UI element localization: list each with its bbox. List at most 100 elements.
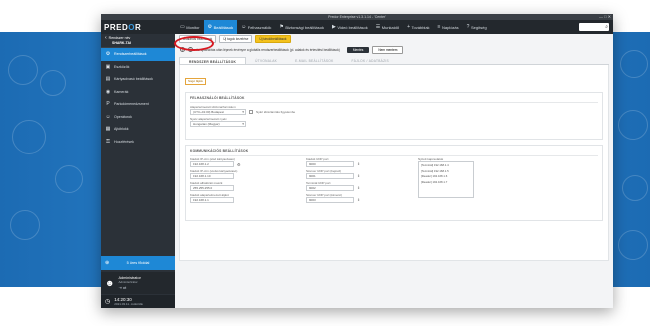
gateway-field[interactable]: 192.168.1.1 [190,197,234,203]
stepper-icon[interactable]: ⇕ [357,162,360,166]
nav-security[interactable]: ⚑ Biztonsági beállítások [275,20,328,34]
storage-settings-button[interactable]: Új tárolóbeállítások [255,35,291,43]
subnet-mask-field[interactable]: 255.255.255.0 [190,185,234,191]
decor-circle [12,120,46,154]
last-ip-field[interactable]: 192.168.1.10 [190,173,234,179]
edit-icon[interactable]: ⚙ [237,162,241,167]
card-reader-icon: ▤ [105,76,111,83]
sidebar-item-parking[interactable]: P Parkolómenedzsment [101,98,175,111]
new-members-button[interactable]: Új tagok kezelése [219,35,253,43]
user-panel[interactable]: ☻ Administrator Adminisztrátor ⇥ ⇄ [101,272,175,294]
camera-icon: ◉ [105,88,111,95]
port-column: Kiadott UDP port 9000 ⇕ Szerver UDP port … [306,157,360,203]
users-icon: ☺ [241,24,247,30]
operator-icon: ☺ [105,113,111,120]
gear-icon: ⚙ [207,24,213,30]
sidebar-item-operators[interactable]: ☺ Operátorok [101,111,175,124]
toolbar: Általános beállítások Új tagok kezelése … [175,35,613,43]
tab-files[interactable]: FÁJLOK / ADATBÁZIS [343,57,398,64]
top-nav: PREDOR ▭ Monitor ⚙ Beállítások ☺ Felhasznál… [101,20,613,34]
add-icon: ⊕ [105,260,110,266]
highlight-ring [174,36,214,51]
search-input[interactable]: ⌕ [579,23,609,31]
nav-worktime[interactable]: ☰ Munkaidő [372,20,403,34]
language-label: Nyelv alapértelmezett nyelv [190,116,227,121]
sidebar-item-system-settings[interactable]: ⚙ Rendszerbeállítások [101,48,175,61]
tasks-icon: ☰ [375,24,381,30]
logout-icon[interactable]: ⇥ ⇄ [118,285,140,290]
access-icon: ⚿ [106,138,110,145]
device-icon: ▣ [105,63,111,70]
tab-paths[interactable]: ÚTVONALAK [246,57,286,64]
nav-more[interactable]: + Továbbiak [403,20,433,34]
decor-circle [618,230,648,260]
nav-video[interactable]: ▶ Videó beállítások [328,20,372,34]
settings-panel: Súgó fájlok FELHASZNÁLÓI BEÁLLÍTÁSOK Ala… [179,65,609,261]
clock-icon: ◷ [105,299,111,305]
video-icon: ▶ [332,24,336,30]
chevron-down-icon: ▾ [242,121,244,126]
sidebar-item-access[interactable]: ⚿ Hozzférések [101,136,175,149]
nav-users[interactable]: ☺ Felhasználók [237,20,275,34]
decor-circle [622,175,648,201]
stepper-icon[interactable]: ⇕ [357,186,360,190]
section-title: FELHASZNÁLÓI BEÁLLÍTÁSOK [190,96,598,103]
sidebar-item-cameras[interactable]: ◉ Kamerák [101,86,175,99]
tab-email[interactable]: E-MAIL BEÁLLÍTÁSOK [286,57,342,64]
dst-label: Nyári időszámítás figyelembe [256,109,296,114]
decor-circle [10,210,40,240]
terminal-port-field[interactable]: 9002 ⇕ [306,185,360,191]
nav-log[interactable]: ≡ Naplózás [434,20,463,34]
settings-tabs: RENDSZER BEÁLLÍTÁSOK ÚTVONALAK E-MAIL BE… [179,57,609,65]
main-content: Általános beállítások Új tagok kezelése … [175,34,613,308]
tab-system-settings[interactable]: RENDSZER BEÁLLÍTÁSOK [179,57,247,64]
nav-help[interactable]: ? Segítség [463,20,491,34]
chevron-down-icon: ▾ [242,109,244,114]
dst-checkbox[interactable] [249,109,253,114]
connections-column: Nyitott kapcsolatok [Terminál] 192.168.1… [418,155,488,198]
discard-button[interactable]: Nem mentem [372,45,404,54]
app-window: Predor Enterprise v1.3.1.14 - 'Center' —… [101,14,613,308]
user-settings-section: FELHASZNÁLÓI BEÁLLÍTÁSOK Alapértelmezett… [185,92,603,140]
sidebar: ‹ Rendszer név SHARK-TAI ⚙ Rendszerbeállít… [101,34,175,308]
first-ip-field[interactable]: 192.168.1.2 [190,161,234,167]
ip-column: Kiadott IP-cím (első kártyaolvasó) 192.1… [190,157,241,203]
help-files-button[interactable]: Súgó fájlok [185,77,206,85]
alarm-icon: ⚑ [279,24,284,30]
help-icon: ? [466,24,470,30]
connections-list[interactable]: [Terminál] 192.168.1.4 [Terminál] 192.16… [418,161,474,198]
save-button[interactable]: Mentés [346,46,370,53]
decor-circle [618,110,648,140]
settings-icon: ⚙ [105,51,111,58]
lower-bar[interactable]: ⊕ 5 üres főoldal [101,256,175,270]
system-header[interactable]: ‹ Rendszer név SHARK-TAI [101,34,175,48]
info-bar: i ! Az újraindítás után lépnek érvényre … [175,45,613,54]
logo: PREDOR [104,22,142,32]
decor-circle [620,50,648,78]
user-role: Adminisztrátor [118,280,138,284]
timezone-select[interactable]: (UTC+01:00) Budapest ▾ [190,108,246,115]
window-title: Predor Enterprise v1.3.1.14 - 'Center' [328,15,386,19]
parking-icon: P [106,101,110,108]
sidebar-item-door-blocks[interactable]: ▦ Ajtóblokk [101,123,175,136]
clock-date: 2021.03.11. csütörtök [114,302,143,306]
server-out-port-field[interactable]: 9003 ⇕ [306,197,360,203]
stepper-icon[interactable]: ⇕ [357,198,360,202]
decor-circle [8,55,38,85]
udp-port-field[interactable]: 9000 ⇕ [306,161,360,167]
stepper-icon[interactable]: ⇕ [357,174,360,178]
avatar: ☻ [105,278,115,288]
door-block-icon: ▦ [105,126,111,133]
search-icon: ⌕ [605,24,608,30]
nav-monitor[interactable]: ▭ Monitor [176,20,204,34]
sidebar-item-devices[interactable]: ▣ Eszközök [101,61,175,74]
list-item[interactable]: [Reader] 192.168.1.7 [421,180,471,186]
back-icon: ‹ [105,35,107,41]
sidebar-item-card-readers[interactable]: ▤ Kártyaolvasó beállítások [101,73,175,86]
decor-circle [55,165,83,193]
nav-settings[interactable]: ⚙ Beállítások [203,20,238,34]
decor-circle [40,70,66,96]
language-select[interactable]: Hungarian (Magyar) ▾ [190,120,246,127]
communication-section: KOMMUNIKÁCIÓS BEÁLLÍTÁSOK Kiadott IP-cím… [185,145,603,221]
server-in-port-field[interactable]: 9001 ⇕ [306,173,360,179]
